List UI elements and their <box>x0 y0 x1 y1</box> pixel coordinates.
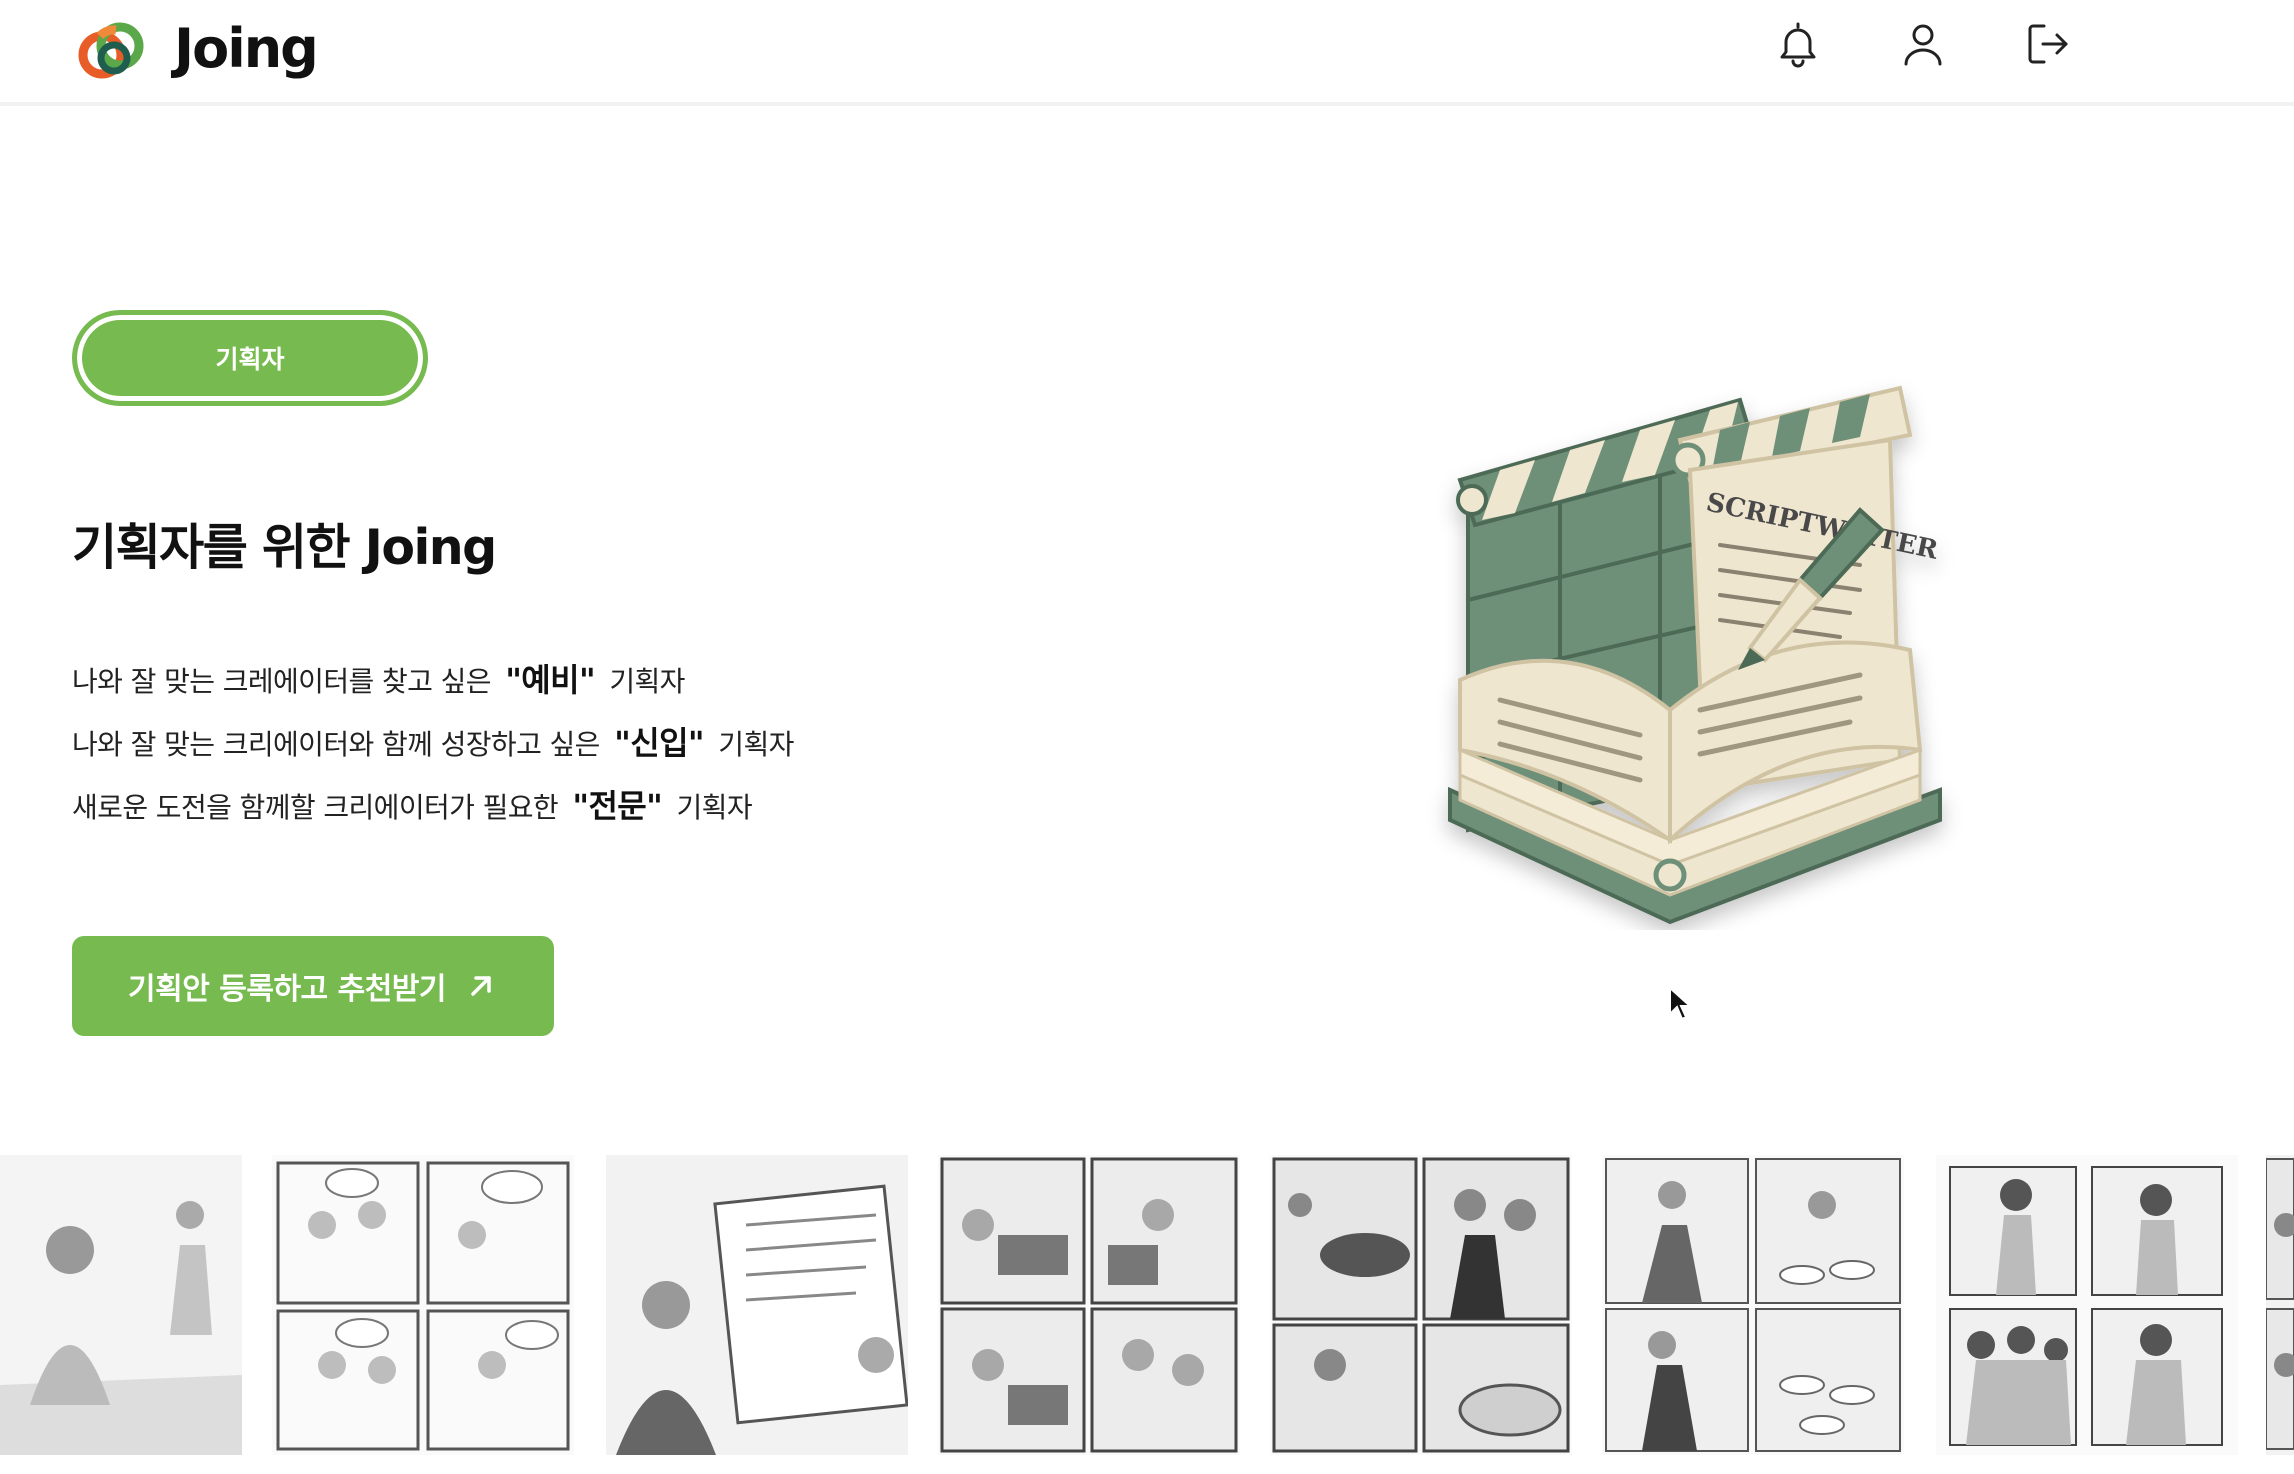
comic-thumbnail[interactable] <box>272 1155 574 1455</box>
comic-image <box>938 1155 1240 1455</box>
brand-name: Joing <box>174 17 319 80</box>
description-emphasis: "전문" <box>572 787 663 825</box>
role-tag-planner[interactable]: 기획자 <box>72 310 428 406</box>
comic-image <box>2266 1155 2294 1455</box>
comic-thumbnail[interactable] <box>1936 1155 2238 1455</box>
description-text: 나와 잘 맞는 크레에이터를 찾고 싶은 <box>72 665 500 698</box>
description-text: 기획자 <box>668 791 753 824</box>
comic-thumbnail[interactable] <box>938 1155 1240 1455</box>
hero-title: 기획자를 위한 Joing <box>72 519 497 576</box>
description-line: 나와 잘 맞는 크레에이터를 찾고 싶은 "예비" 기획자 <box>72 654 794 717</box>
comic-image <box>606 1155 908 1455</box>
comic-thumbnail[interactable] <box>1270 1155 1572 1455</box>
profile-button[interactable] <box>1895 14 1951 74</box>
comic-thumbnail[interactable] <box>606 1155 908 1455</box>
comic-gallery <box>0 1155 2294 1461</box>
comic-image <box>1602 1155 1904 1455</box>
logout-button[interactable] <box>2020 14 2076 74</box>
joing-logo-icon <box>78 22 144 79</box>
bell-icon <box>1780 22 1816 68</box>
register-plan-button[interactable]: 기획안 등록하고 추천받기 <box>72 936 554 1036</box>
notification-button[interactable] <box>1770 14 1826 74</box>
comic-image <box>1270 1155 1572 1455</box>
cta-label: 기획안 등록하고 추천받기 <box>128 972 447 1007</box>
scriptwriter-illustration: SCRIPTWRITER <box>1448 385 1942 925</box>
comic-image <box>1936 1155 2238 1455</box>
comic-image <box>272 1155 574 1455</box>
comic-thumbnail[interactable] <box>2266 1155 2294 1455</box>
logout-icon <box>2028 24 2068 64</box>
description-line: 새로운 도전을 함께할 크리에이터가 필요한 "전문" 기획자 <box>72 780 794 843</box>
description-line: 나와 잘 맞는 크리에이터와 함께 성장하고 싶은 "신입" 기획자 <box>72 717 794 780</box>
arrow-up-right-icon <box>471 976 491 996</box>
hero-description: 나와 잘 맞는 크레에이터를 찾고 싶은 "예비" 기획자 나와 잘 맞는 크리… <box>72 654 794 843</box>
description-emphasis: "예비" <box>505 661 596 699</box>
description-text: 기획자 <box>709 728 794 761</box>
brand-logo[interactable]: Joing <box>76 16 319 82</box>
mouse-cursor-icon <box>1669 986 1692 1021</box>
comic-thumbnail[interactable] <box>1602 1155 1904 1455</box>
top-header: Joing <box>0 0 2294 106</box>
user-icon <box>1904 24 1942 66</box>
description-text: 기획자 <box>601 665 685 698</box>
description-text: 새로운 도전을 함께할 크리에이터가 필요한 <box>72 791 567 824</box>
comic-thumbnail[interactable] <box>0 1155 242 1455</box>
comic-image <box>0 1155 242 1455</box>
description-emphasis: "신입" <box>614 724 704 762</box>
description-text: 나와 잘 맞는 크리에이터와 함께 성장하고 싶은 <box>72 728 609 761</box>
